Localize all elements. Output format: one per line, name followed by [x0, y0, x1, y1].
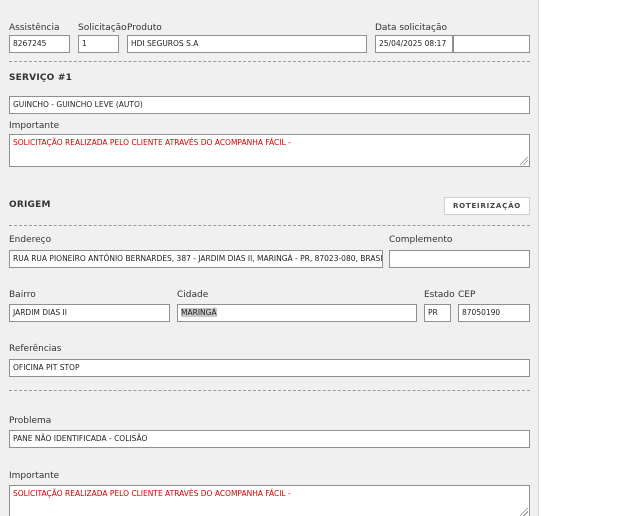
servico-importante-label: Importante [9, 121, 60, 131]
service-request-form: Assistência 8267245 Solicitação 1 Produt… [0, 0, 539, 516]
referencias-label: Referências [9, 344, 62, 354]
servico-title: SERVIÇO #1 [9, 73, 73, 83]
cep-label: CEP [458, 290, 476, 300]
cidade-selected-text: MARINGÁ [181, 308, 217, 317]
solicitacao-field[interactable]: 1 [78, 35, 119, 53]
servico-importante-textarea[interactable]: SOLICITAÇÃO REALIZADA PELO CLIENTE ATRAV… [9, 134, 530, 167]
roteirizacao-button[interactable]: ROTEIRIZAÇÃO [444, 197, 530, 215]
cep-field[interactable]: 87050190 [458, 304, 530, 322]
cidade-label: Cidade [177, 290, 209, 300]
data-solicitacao-label: Data solicitação [375, 23, 448, 33]
resize-grip-icon[interactable] [520, 157, 528, 165]
problema-field[interactable]: PANE NÃO IDENTIFICADA - COLISÃO [9, 430, 530, 448]
bairro-field[interactable]: JARDIM DIAS II [9, 304, 170, 322]
solicitacao-label: Solicitação [78, 23, 127, 33]
bairro-label: Bairro [9, 290, 36, 300]
data-solicitacao-extra-field[interactable] [453, 35, 530, 53]
problema-importante-label: Importante [9, 471, 60, 481]
problema-label: Problema [9, 416, 52, 426]
cidade-field[interactable]: MARINGÁ [177, 304, 417, 322]
servico-field[interactable]: GUINCHO - GUINCHO LEVE (AUTO) [9, 96, 530, 114]
divider [9, 225, 530, 226]
divider [9, 390, 530, 391]
divider [9, 61, 530, 62]
servico-importante-text: SOLICITAÇÃO REALIZADA PELO CLIENTE ATRAV… [13, 138, 291, 147]
complemento-label: Complemento [389, 235, 453, 245]
endereco-label: Endereço [9, 235, 52, 245]
endereco-field[interactable]: RUA RUA PIONEIRO ANTÔNIO BERNARDES, 387 … [9, 250, 383, 268]
assistencia-label: Assistência [9, 23, 60, 33]
produto-label: Produto [127, 23, 162, 33]
problema-importante-text: SOLICITAÇÃO REALIZADA PELO CLIENTE ATRAV… [13, 489, 291, 498]
complemento-field[interactable] [389, 250, 530, 268]
referencias-field[interactable]: OFICINA PIT STOP [9, 359, 530, 377]
data-solicitacao-field[interactable]: 25/04/2025 08:17 [375, 35, 453, 53]
produto-field[interactable]: HDI SEGUROS S.A [127, 35, 367, 53]
origem-title: ORIGEM [9, 200, 51, 210]
resize-grip-icon[interactable] [520, 508, 528, 516]
problema-importante-textarea[interactable]: SOLICITAÇÃO REALIZADA PELO CLIENTE ATRAV… [9, 485, 530, 516]
estado-field[interactable]: PR [424, 304, 451, 322]
estado-label: Estado [424, 290, 455, 300]
assistencia-field[interactable]: 8267245 [9, 35, 70, 53]
